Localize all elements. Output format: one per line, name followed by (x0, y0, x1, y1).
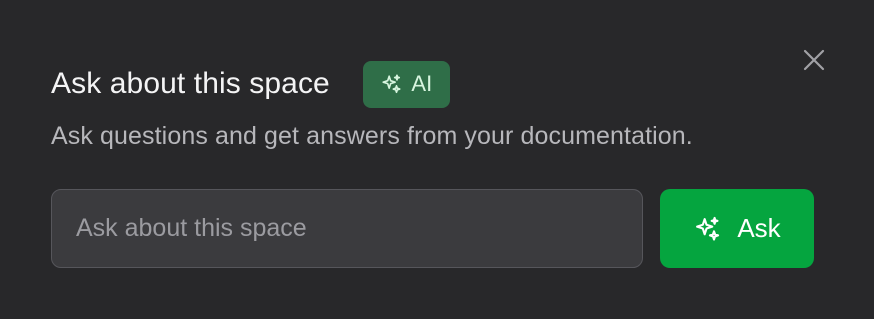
ai-badge-label: AI (411, 71, 433, 96)
sparkles-icon (380, 73, 402, 95)
ask-button-label: Ask (737, 213, 781, 243)
close-button[interactable] (800, 46, 828, 74)
ask-space-panel: Ask about this space AI Ask questions an… (0, 0, 874, 319)
ai-badge: AI (362, 60, 450, 108)
panel-header: Ask about this space AI (51, 60, 450, 108)
ask-input[interactable] (51, 189, 643, 268)
close-icon (802, 48, 826, 72)
panel-title: Ask about this space (51, 67, 330, 100)
ask-button[interactable]: Ask (660, 189, 814, 268)
sparkles-icon (693, 215, 721, 243)
panel-subtitle: Ask questions and get answers from your … (51, 122, 693, 150)
